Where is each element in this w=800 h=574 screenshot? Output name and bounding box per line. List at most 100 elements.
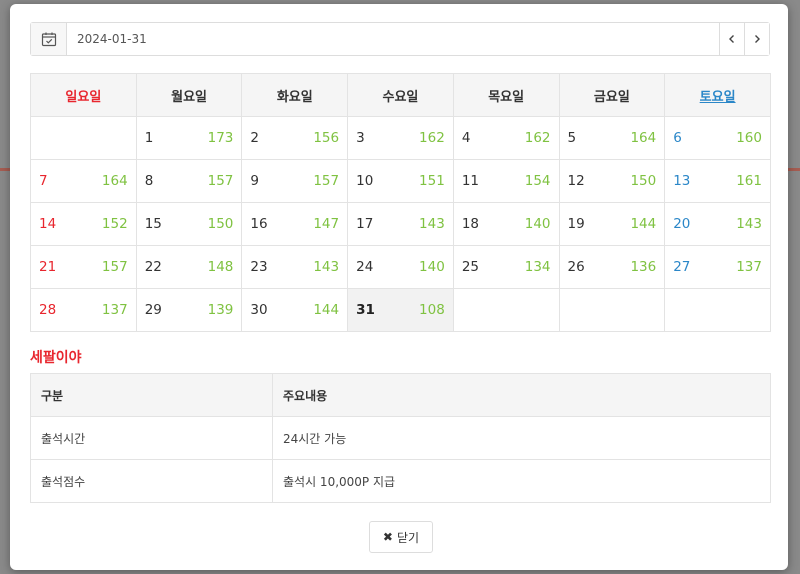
attendance-count: 154 — [524, 173, 551, 189]
chevron-right-icon — [755, 35, 760, 43]
info-cell-value: 24시간 가능 — [272, 416, 771, 460]
calendar-day-cell[interactable]: 20 143 — [664, 202, 771, 246]
calendar-day-cell[interactable]: 6 160 — [664, 116, 771, 160]
calendar-cell-content: 13 161 — [673, 173, 762, 189]
weekday-wednesday: 수요일 — [347, 73, 454, 117]
attendance-count: 143 — [736, 216, 762, 232]
calendar-cell-content: 25 134 — [462, 259, 551, 275]
date-input[interactable] — [67, 23, 719, 55]
calendar-cell-content: 24 140 — [356, 259, 445, 275]
calendar-day-cell[interactable]: 19 144 — [558, 202, 666, 246]
calendar-week-row: 7 164 8 157 9 157 10 151 11 154 12 150 13 161 — [30, 159, 771, 203]
calendar-cell-content: 12 150 — [568, 173, 657, 189]
chevron-left-icon — [729, 35, 734, 43]
calendar-day-number: 22 — [144, 259, 162, 275]
close-icon: ✖ — [382, 530, 393, 544]
calendar-day-cell[interactable]: 8 157 — [135, 159, 243, 203]
attendance-count: 147 — [313, 216, 340, 232]
calendar-day-number: 31 — [356, 302, 375, 318]
calendar-cell-content: 22 148 — [145, 259, 234, 275]
attendance-count: 108 — [419, 302, 445, 318]
attendance-count: 139 — [207, 302, 234, 318]
calendar-day-number: 16 — [250, 216, 268, 232]
calendar-day-cell[interactable]: 2 156 — [241, 116, 349, 160]
calendar-cell-content: 16 147 — [250, 216, 339, 232]
calendar-day-number: 8 — [144, 173, 154, 189]
calendar-day-cell[interactable]: 21 157 — [30, 245, 137, 289]
attendance-count: 162 — [524, 130, 551, 146]
calendar-cell-content: 26 136 — [568, 259, 657, 275]
calendar-cell-content: 3 162 — [356, 130, 445, 146]
calendar-day-cell[interactable]: 1 173 — [135, 116, 243, 160]
calendar-day-number: 23 — [250, 259, 268, 275]
calendar-day-cell[interactable]: 29 139 — [135, 288, 243, 332]
attendance-modal: 일요일 월요일 화요일 수요일 목요일 금요일 토요일 1173 2156 3162… — [10, 4, 788, 570]
weekday-friday: 금요일 — [558, 73, 666, 117]
calendar-day-number: 7 — [39, 173, 48, 189]
calendar-day-cell[interactable]: 10 151 — [347, 159, 454, 203]
attendance-count: 161 — [736, 173, 762, 189]
calendar-cell-content: 2 156 — [250, 130, 339, 146]
close-button[interactable]: ✖ 닫기 — [369, 521, 433, 553]
calendar-day-number: 21 — [39, 259, 57, 275]
calendar-day-cell[interactable]: 18 140 — [452, 202, 560, 246]
calendar-day-cell[interactable]: 24 140 — [347, 245, 454, 289]
calendar-day-cell[interactable]: 27 137 — [664, 245, 771, 289]
weekday-tuesday: 화요일 — [241, 73, 349, 117]
attendance-count: 137 — [736, 259, 762, 275]
calendar-cell-content: 14 152 — [39, 216, 128, 232]
calendar-cell-content: 15 150 — [145, 216, 234, 232]
calendar-cell-content: 30 144 — [250, 302, 339, 318]
info-cell-value: 출석시 10,000P 지급 — [272, 459, 771, 503]
weekday-sunday: 일요일 — [30, 73, 137, 117]
calendar-day-cell[interactable]: 3 162 — [347, 116, 454, 160]
calendar-day-cell[interactable]: 30 144 — [241, 288, 349, 332]
calendar-day-cell[interactable]: 5 164 — [558, 116, 666, 160]
calendar-day-cell[interactable]: 15 150 — [135, 202, 243, 246]
calendar-day-number: 15 — [144, 216, 162, 232]
calendar-day-cell[interactable]: 25 134 — [452, 245, 560, 289]
calendar-day-cell[interactable]: 28 137 — [30, 288, 137, 332]
attendance-info-table: 구분 주요내용 출석시간 24시간 가능 출석점수 출석시 10,000P 지급 — [30, 373, 771, 503]
calendar-cell-content: 29 139 — [145, 302, 234, 318]
calendar-day-number: 9 — [250, 173, 259, 189]
calendar-cell-content: 6 160 — [673, 130, 762, 146]
calendar-day-cell[interactable]: 14 152 — [30, 202, 137, 246]
attendance-count: 148 — [207, 259, 234, 275]
calendar-day-cell[interactable]: 17 143 — [347, 202, 454, 246]
weekday-header-row: 일요일 월요일 화요일 수요일 목요일 금요일 토요일 — [30, 73, 771, 117]
calendar-day-cell[interactable]: 31 108 — [347, 288, 454, 332]
weekday-saturday[interactable]: 토요일 — [664, 73, 771, 117]
calendar-button[interactable] — [31, 23, 67, 55]
calendar-day-number: 26 — [567, 259, 585, 275]
calendar-cell-content: 8 157 — [145, 173, 234, 189]
weekday-monday: 월요일 — [135, 73, 243, 117]
attendance-count: 173 — [207, 130, 234, 146]
calendar-day-cell[interactable]: 22 148 — [135, 245, 243, 289]
next-month-button[interactable] — [744, 23, 769, 55]
calendar-day-cell[interactable]: 9 157 — [241, 159, 349, 203]
calendar-day-number: 30 — [250, 302, 268, 318]
calendar-cell-content: 20 143 — [673, 216, 762, 232]
calendar-cell-content: 23 143 — [250, 259, 339, 275]
calendar-day-cell[interactable]: 7 164 — [30, 159, 137, 203]
calendar-day-cell[interactable]: 26 136 — [558, 245, 666, 289]
section-title: 세팔이야 — [30, 350, 82, 366]
calendar-cell-content: 18 140 — [462, 216, 551, 232]
info-cell-label: 출석시간 — [30, 416, 273, 460]
calendar-day-cell[interactable]: 16 147 — [241, 202, 349, 246]
attendance-count: 150 — [630, 173, 657, 189]
calendar-day-cell[interactable]: 11 154 — [452, 159, 560, 203]
calendar-day-cell[interactable]: 12 150 — [558, 159, 666, 203]
calendar-check-icon — [41, 32, 56, 47]
attendance-count: 156 — [313, 130, 340, 146]
calendar-day-cell[interactable]: 23 143 — [241, 245, 349, 289]
calendar-day-cell — [452, 288, 560, 332]
prev-month-button[interactable] — [719, 23, 744, 55]
attendance-count: 152 — [101, 216, 128, 232]
calendar-day-cell[interactable]: 4 162 — [452, 116, 560, 160]
calendar-week-row: 28 137 29 139 30 144 31 108 — [30, 288, 771, 332]
calendar-day-cell — [664, 288, 771, 332]
calendar-week-row: 21 157 22 148 23 143 24 140 25 134 26 136 27 137 — [30, 245, 771, 289]
calendar-day-cell[interactable]: 13 161 — [664, 159, 771, 203]
